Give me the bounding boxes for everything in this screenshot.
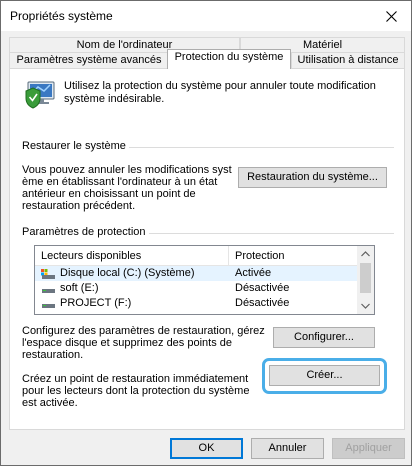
restore-desc-line4: restauration précédent. (22, 200, 136, 212)
create-restore-point-button[interactable]: Créer... (269, 365, 380, 386)
tab-remote[interactable]: Utilisation à distance (291, 52, 405, 68)
drive-name: PROJECT (F:) (60, 297, 132, 309)
protection-section-title: Paramètres de protection (22, 226, 149, 239)
configure-desc-line3: restauration. (22, 349, 84, 361)
drive-status: Désactivée (235, 282, 290, 294)
scrollbar-thumb[interactable] (360, 263, 371, 293)
close-icon (385, 10, 397, 22)
create-desc-line3: est activée. (22, 397, 78, 409)
window-title: Propriétés système (10, 9, 113, 23)
drive-name: Disque local (C:) (Système) (60, 267, 195, 279)
tab-advanced-settings[interactable]: Paramètres système avancés (9, 52, 169, 68)
drive-status: Désactivée (235, 297, 290, 309)
scroll-up-arrow-icon[interactable] (361, 251, 370, 257)
intro-text-line1: Utilisez la protection du système pour a… (64, 80, 376, 92)
drives-list[interactable]: Lecteurs disponibles Protection Disque l… (34, 245, 375, 315)
computer-shield-icon (25, 81, 55, 109)
intro-text-line2: système indésirable. (64, 93, 165, 105)
cancel-button[interactable]: Annuler (251, 438, 324, 459)
apply-button[interactable]: Appliquer (332, 438, 405, 459)
column-header-protection[interactable]: Protection (235, 250, 285, 263)
tab-system-protection[interactable]: Protection du système (167, 49, 291, 69)
column-separator[interactable] (228, 246, 229, 266)
drive-status: Activée (235, 267, 272, 279)
drives-list-scrollbar[interactable] (357, 246, 374, 314)
column-header-drives[interactable]: Lecteurs disponibles (41, 250, 141, 263)
title-bar[interactable]: Propriétés système (1, 1, 411, 31)
drive-row-f[interactable]: PROJECT (F:) Désactivée (35, 296, 359, 311)
drives-list-header: Lecteurs disponibles Protection (35, 246, 359, 266)
drive-icon (42, 289, 55, 293)
tab-panel: Utilisez la protection du système pour a… (9, 68, 405, 430)
system-drive-icon (41, 269, 55, 279)
drive-icon (42, 304, 55, 308)
system-restore-button[interactable]: Restauration du système... (238, 167, 387, 188)
drive-row-c[interactable]: Disque local (C:) (Système) Activée (35, 266, 359, 281)
drive-name: soft (E:) (60, 282, 99, 294)
scroll-down-arrow-icon[interactable] (361, 303, 370, 309)
close-button[interactable] (371, 1, 411, 31)
system-properties-window: Propriétés système Nom de l'ordinateur M… (0, 0, 412, 466)
ok-button[interactable]: OK (170, 438, 243, 459)
restore-section-title: Restaurer le système (22, 140, 129, 153)
configure-button[interactable]: Configurer... (273, 327, 375, 348)
drive-row-e[interactable]: soft (E:) Désactivée (35, 281, 359, 296)
